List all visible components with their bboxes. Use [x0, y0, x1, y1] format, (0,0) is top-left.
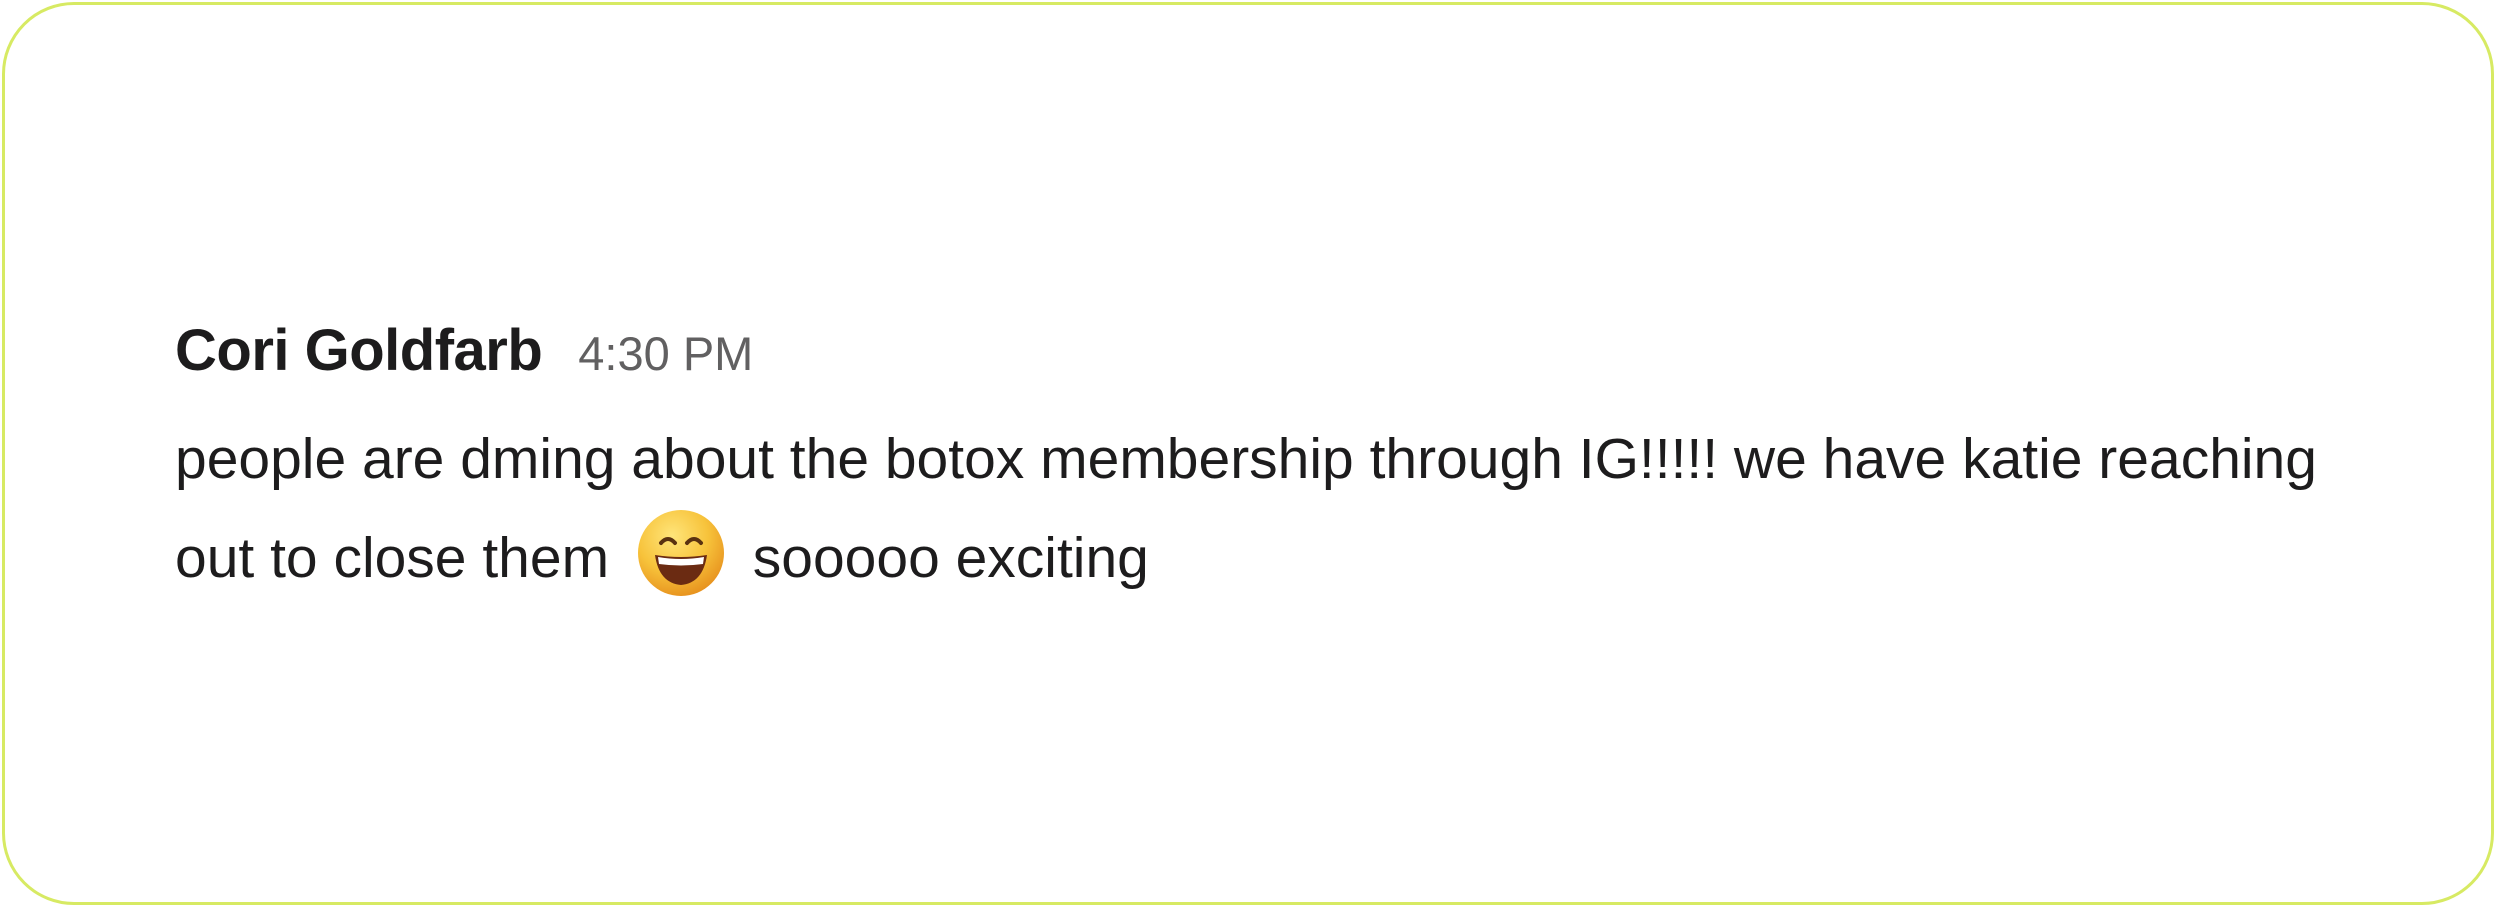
message-timestamp[interactable]: 4:30 PM [578, 326, 753, 381]
author-name[interactable]: Cori Goldfarb [175, 317, 543, 384]
message-text-part-2: sooooo exciting [752, 526, 1149, 590]
chat-message: Cori Goldfarb 4:30 PM people are dming a… [175, 317, 2395, 606]
message-text-part-1: people are dming about the botox members… [175, 427, 2317, 590]
message-card: Cori Goldfarb 4:30 PM people are dming a… [2, 2, 2494, 905]
grinning-face-emoji-icon [635, 507, 727, 599]
message-header: Cori Goldfarb 4:30 PM [175, 317, 2395, 407]
message-body: people are dming about the botox members… [175, 411, 2395, 606]
